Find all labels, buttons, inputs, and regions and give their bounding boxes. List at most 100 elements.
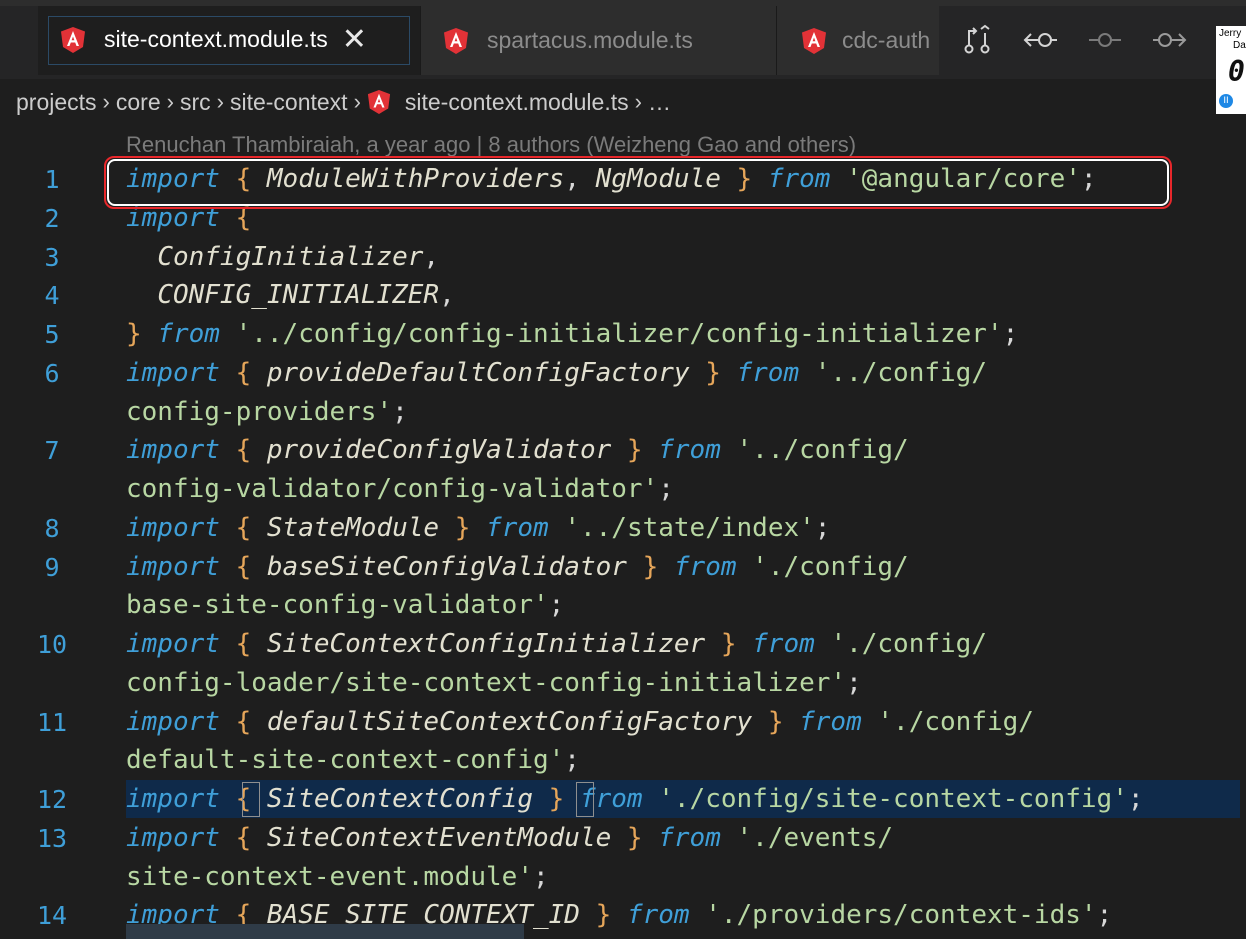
git-compare-button[interactable] bbox=[945, 14, 1009, 66]
tab-label: cdc-auth bbox=[842, 27, 931, 53]
breadcrumb-item-site-context[interactable]: site-context bbox=[230, 89, 348, 116]
line-number: 14 bbox=[36, 901, 68, 930]
code-token: '../config/ bbox=[814, 358, 987, 388]
angular-icon bbox=[802, 27, 826, 54]
line-number: 8 bbox=[44, 514, 60, 543]
code-token: } bbox=[720, 629, 737, 659]
code-line[interactable]: import { SiteContextConfig } from './con… bbox=[126, 780, 1144, 819]
code-token: import bbox=[126, 435, 220, 465]
angular-icon bbox=[444, 27, 468, 54]
code-line[interactable]: config-providers'; bbox=[126, 393, 408, 432]
chevron-right-icon: › bbox=[216, 89, 224, 114]
code-line[interactable]: import { SiteContextConfigInitializer } … bbox=[126, 625, 987, 664]
code-line[interactable]: import { provideConfigValidator } from '… bbox=[126, 431, 909, 470]
code-token: './config/ bbox=[830, 629, 987, 659]
code-line[interactable]: import { provideDefaultConfigFactory } f… bbox=[126, 354, 987, 393]
code-token: from bbox=[658, 435, 721, 465]
breadcrumb-item-core[interactable]: core bbox=[116, 89, 161, 116]
line-number: 3 bbox=[44, 243, 60, 272]
line-number: 1 bbox=[44, 165, 60, 194]
line-number: 2 bbox=[44, 204, 60, 233]
code-token: ; bbox=[392, 397, 408, 427]
tab-site-context-module[interactable]: site-context.module.ts ✕ bbox=[38, 6, 420, 75]
code-token: provideConfigValidator bbox=[266, 435, 612, 465]
code-token: ; bbox=[1002, 319, 1019, 349]
code-token: config-providers' bbox=[126, 397, 393, 427]
code-line[interactable]: import { StateModule } from '../state/in… bbox=[126, 509, 830, 548]
code-token: ConfigInitializer bbox=[157, 242, 424, 272]
breadcrumb-item-projects[interactable]: projects bbox=[16, 89, 97, 116]
code-token: './config/site-context-config' bbox=[658, 784, 1128, 814]
code-token: '../config/config-initializer/config-ini… bbox=[235, 319, 1003, 349]
angular-icon bbox=[367, 90, 390, 114]
code-token: import bbox=[126, 823, 220, 853]
breadcrumb-item-src[interactable]: src bbox=[180, 89, 211, 116]
code-token: from bbox=[799, 707, 862, 737]
go-back-commit-icon bbox=[1023, 33, 1057, 47]
code-token: import bbox=[126, 629, 220, 659]
code-line[interactable]: import { SiteContextEventModule } from '… bbox=[126, 819, 893, 858]
code-line[interactable]: import { defaultSiteContextConfigFactory… bbox=[126, 703, 1034, 742]
code-token: } bbox=[595, 900, 612, 930]
tab-cdc-auth[interactable]: cdc-auth bbox=[777, 6, 939, 75]
code-token: '../config/ bbox=[736, 435, 909, 465]
horizontal-scrollbar[interactable] bbox=[126, 924, 524, 939]
go-forward-commit-button[interactable] bbox=[1137, 14, 1201, 66]
code-token: ; bbox=[814, 513, 831, 543]
code-line[interactable]: import { baseSiteConfigValidator } from … bbox=[126, 548, 909, 587]
code-token: } bbox=[705, 358, 721, 388]
line-number: 4 bbox=[44, 281, 60, 310]
code-line[interactable]: config-loader/site-context-config-initia… bbox=[126, 664, 862, 703]
angular-icon bbox=[61, 26, 85, 53]
chevron-right-icon: › bbox=[353, 89, 361, 114]
code-line[interactable]: base-site-config-validator'; bbox=[126, 586, 564, 625]
code-line[interactable]: config-validator/config-validator'; bbox=[126, 470, 674, 509]
tab-label: spartacus.module.ts bbox=[487, 27, 693, 53]
line-number: 10 bbox=[36, 630, 68, 659]
widget-line1: Jerry bbox=[1219, 28, 1242, 39]
code-line[interactable]: site-context-event.module'; bbox=[126, 858, 549, 897]
code-token: { bbox=[235, 823, 252, 853]
pause-icon[interactable]: II bbox=[1219, 94, 1233, 108]
code-line[interactable]: default-site-context-config'; bbox=[126, 741, 580, 780]
breadcrumb-item-file[interactable]: site-context.module.ts bbox=[367, 89, 629, 116]
codelens-blame[interactable]: Renuchan Thambiraiah, a year ago | 8 aut… bbox=[126, 132, 856, 158]
overlay-widget[interactable]: Jerry Da 0 II bbox=[1216, 26, 1246, 114]
code-token: '../state/index' bbox=[564, 513, 815, 543]
tab-spartacus-module[interactable]: spartacus.module.ts bbox=[421, 6, 776, 75]
commit-button[interactable] bbox=[1073, 14, 1137, 66]
code-line[interactable]: ConfigInitializer, bbox=[126, 238, 439, 277]
code-token: , bbox=[439, 280, 455, 310]
code-token: { bbox=[235, 552, 252, 582]
code-line[interactable]: } from '../config/config-initializer/con… bbox=[126, 315, 1018, 354]
code-line[interactable]: CONFIG_INITIALIZER, bbox=[126, 276, 455, 315]
code-token: import bbox=[126, 358, 220, 388]
code-token: } bbox=[626, 823, 643, 853]
editor-actions bbox=[945, 14, 1201, 66]
commit-icon bbox=[1089, 33, 1121, 47]
breadcrumb-ellipsis[interactable]: … bbox=[648, 89, 671, 116]
code-token: defaultSiteContextConfigFactory bbox=[266, 707, 753, 737]
close-icon[interactable]: ✕ bbox=[342, 24, 367, 55]
go-back-commit-button[interactable] bbox=[1009, 14, 1073, 66]
